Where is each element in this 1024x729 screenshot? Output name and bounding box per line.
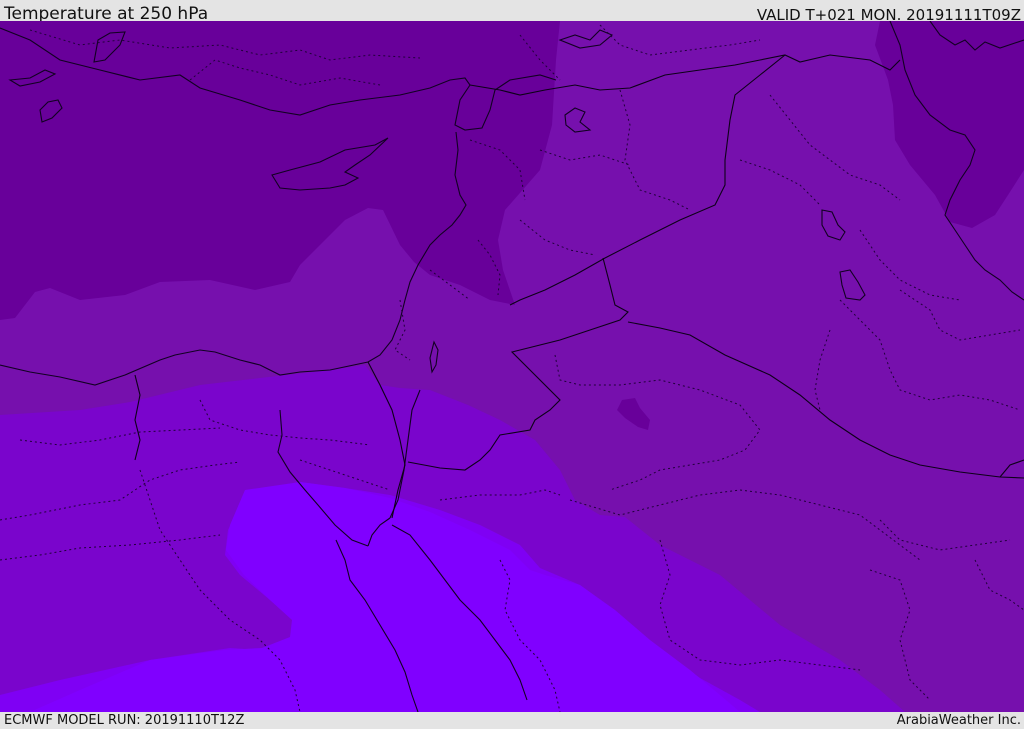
model-run: ECMWF MODEL RUN: 20191110T12Z xyxy=(4,713,245,728)
credit-text: ArabiaWeather Inc. xyxy=(896,713,1021,728)
map-canvas[interactable] xyxy=(0,21,1024,712)
